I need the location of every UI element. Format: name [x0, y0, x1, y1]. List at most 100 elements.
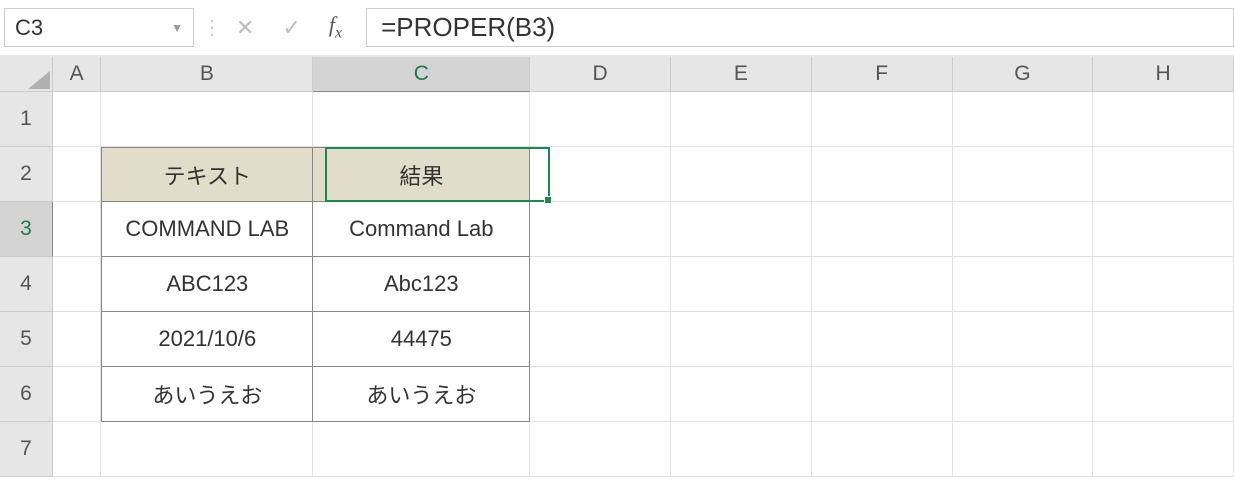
cell-G2[interactable]	[953, 147, 1094, 202]
col-header-C[interactable]: C	[313, 57, 530, 92]
cell-E3[interactable]	[671, 202, 812, 257]
spreadsheet-grid[interactable]: A B C D E F G H 1 2 テキスト 結果	[0, 57, 1234, 477]
cell-C2[interactable]: 結果	[313, 147, 530, 202]
cell-A5[interactable]	[53, 312, 101, 367]
row-3: 3 COMMAND LAB Command Lab	[0, 202, 1234, 257]
cell-D2[interactable]	[530, 147, 671, 202]
cell-A4[interactable]	[53, 257, 101, 312]
row-header-7[interactable]: 7	[0, 422, 53, 477]
row-header-6[interactable]: 6	[0, 367, 53, 422]
cell-value: あいうえお	[152, 378, 262, 410]
row-6: 6 あいうえお あいうえお	[0, 367, 1234, 422]
cell-D6[interactable]	[530, 367, 671, 422]
col-header-H[interactable]: H	[1093, 57, 1234, 92]
cell-C4[interactable]: Abc123	[313, 257, 530, 312]
cell-E2[interactable]	[671, 147, 812, 202]
cell-B7[interactable]	[101, 422, 313, 477]
cell-H5[interactable]	[1093, 312, 1234, 367]
cell-value: Command Lab	[349, 216, 493, 242]
cell-A1[interactable]	[53, 92, 101, 147]
row-header-4[interactable]: 4	[0, 257, 53, 312]
table-header-result: 結果	[399, 159, 443, 191]
cell-F6[interactable]	[812, 367, 953, 422]
row-header-2[interactable]: 2	[0, 147, 53, 202]
cell-G3[interactable]	[953, 202, 1094, 257]
col-header-B[interactable]: B	[101, 57, 313, 92]
formula-input[interactable]: =PROPER(B3)	[366, 8, 1234, 47]
cell-H2[interactable]	[1093, 147, 1234, 202]
cell-F3[interactable]	[812, 202, 953, 257]
cell-A6[interactable]	[53, 367, 101, 422]
cell-G5[interactable]	[953, 312, 1094, 367]
cell-G6[interactable]	[953, 367, 1094, 422]
cell-value: ABC123	[166, 271, 248, 297]
cell-E6[interactable]	[671, 367, 812, 422]
formula-bar: C3 ▼ ⋮ ✕ ✓ fx =PROPER(B3)	[0, 0, 1234, 55]
enter-icon[interactable]: ✓	[282, 17, 300, 39]
cell-C5[interactable]: 44475	[313, 312, 530, 367]
name-box[interactable]: C3 ▼	[4, 8, 194, 47]
cell-B3[interactable]: COMMAND LAB	[101, 202, 313, 257]
chevron-down-icon[interactable]: ▼	[171, 21, 183, 35]
cell-F7[interactable]	[812, 422, 953, 477]
row-5: 5 2021/10/6 44475	[0, 312, 1234, 367]
cell-F1[interactable]	[812, 92, 953, 147]
formula-bar-buttons: ✕ ✓ fx	[228, 8, 358, 47]
cell-C7[interactable]	[313, 422, 530, 477]
col-header-G[interactable]: G	[953, 57, 1094, 92]
cell-F2[interactable]	[812, 147, 953, 202]
cell-C6[interactable]: あいうえお	[313, 367, 530, 422]
cell-H1[interactable]	[1093, 92, 1234, 147]
cell-E7[interactable]	[671, 422, 812, 477]
cell-value: COMMAND LAB	[125, 216, 289, 242]
cell-H3[interactable]	[1093, 202, 1234, 257]
row-4: 4 ABC123 Abc123	[0, 257, 1234, 312]
cell-B5[interactable]: 2021/10/6	[101, 312, 313, 367]
cell-F4[interactable]	[812, 257, 953, 312]
select-all-corner[interactable]	[0, 57, 53, 92]
cell-F5[interactable]	[812, 312, 953, 367]
cancel-icon[interactable]: ✕	[236, 17, 254, 39]
row-2: 2 テキスト 結果	[0, 147, 1234, 202]
cell-E4[interactable]	[671, 257, 812, 312]
cell-C1[interactable]	[313, 92, 530, 147]
col-header-F[interactable]: F	[812, 57, 953, 92]
cell-A7[interactable]	[53, 422, 101, 477]
formula-value: =PROPER(B3)	[381, 12, 555, 43]
cell-D4[interactable]	[530, 257, 671, 312]
col-header-E[interactable]: E	[671, 57, 812, 92]
row-header-5[interactable]: 5	[0, 312, 53, 367]
row-1: 1	[0, 92, 1234, 147]
table-header-text: テキスト	[164, 159, 251, 191]
col-header-D[interactable]: D	[530, 57, 671, 92]
cell-G7[interactable]	[953, 422, 1094, 477]
cell-H7[interactable]	[1093, 422, 1234, 477]
cell-value: あいうえお	[366, 378, 476, 410]
row-header-1[interactable]: 1	[0, 92, 53, 147]
fx-icon[interactable]: fx	[329, 12, 342, 42]
cell-H4[interactable]	[1093, 257, 1234, 312]
cell-D3[interactable]	[530, 202, 671, 257]
cell-D1[interactable]	[530, 92, 671, 147]
cell-G4[interactable]	[953, 257, 1094, 312]
cell-value: 44475	[391, 326, 452, 352]
cell-value: Abc123	[384, 271, 459, 297]
col-header-A[interactable]: A	[53, 57, 101, 92]
cell-B2[interactable]: テキスト	[101, 147, 313, 202]
cell-A3[interactable]	[53, 202, 101, 257]
row-header-3[interactable]: 3	[0, 202, 53, 257]
cell-B4[interactable]: ABC123	[101, 257, 313, 312]
formula-bar-drag-handle[interactable]: ⋮	[202, 8, 220, 47]
cell-B6[interactable]: あいうえお	[101, 367, 313, 422]
cell-G1[interactable]	[953, 92, 1094, 147]
cell-H6[interactable]	[1093, 367, 1234, 422]
cell-D5[interactable]	[530, 312, 671, 367]
cell-D7[interactable]	[530, 422, 671, 477]
cell-C3[interactable]: Command Lab	[313, 202, 530, 257]
cell-E1[interactable]	[671, 92, 812, 147]
cell-A2[interactable]	[53, 147, 101, 202]
name-box-value: C3	[15, 15, 43, 41]
row-7: 7	[0, 422, 1234, 477]
cell-E5[interactable]	[671, 312, 812, 367]
cell-B1[interactable]	[101, 92, 313, 147]
